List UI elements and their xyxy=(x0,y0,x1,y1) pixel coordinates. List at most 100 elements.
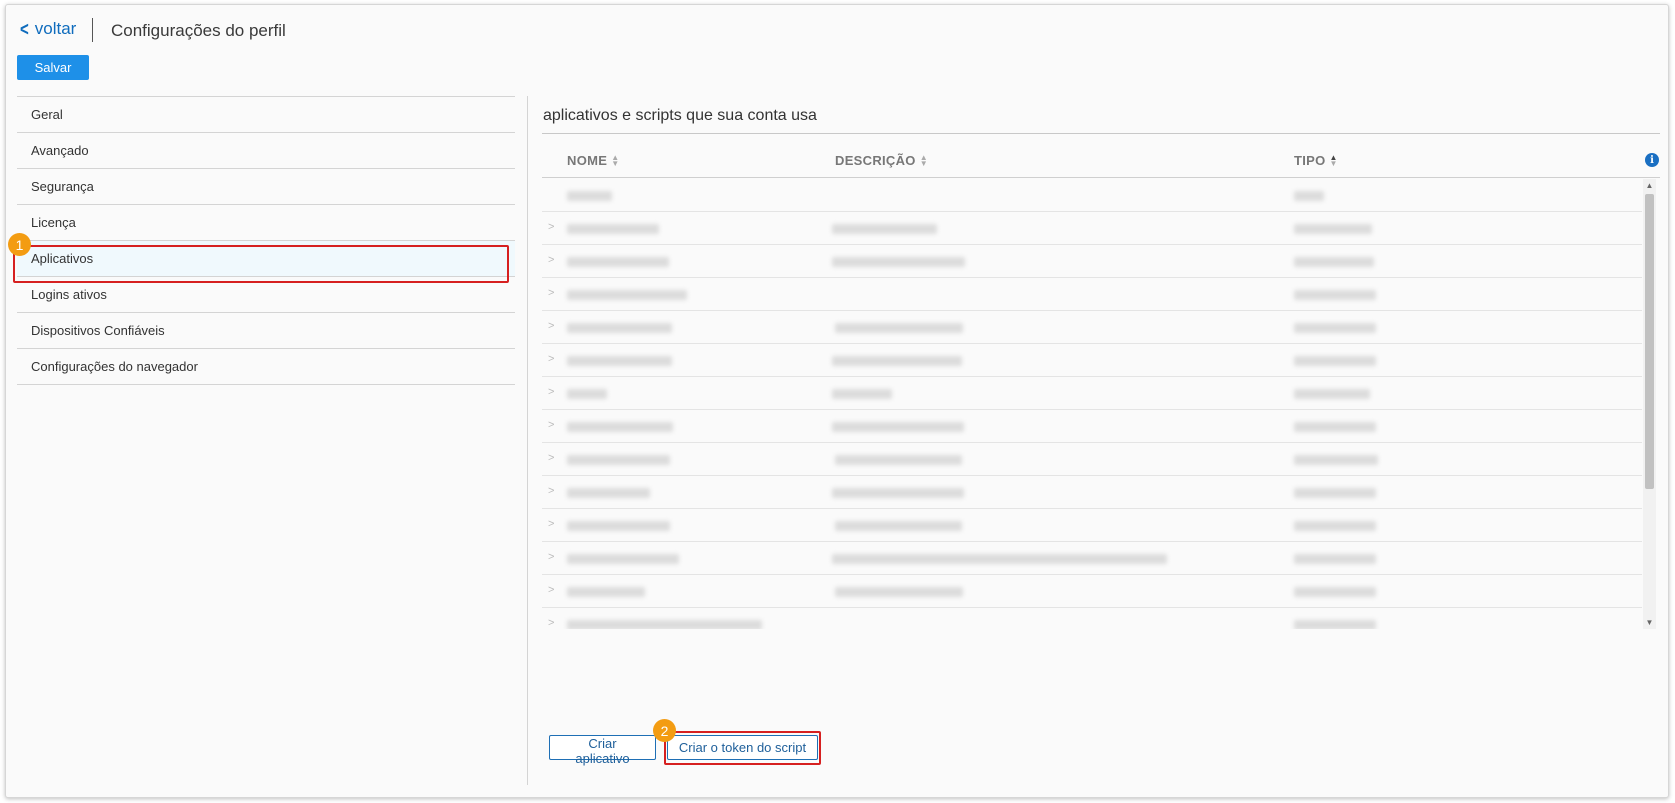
table-row[interactable]: > xyxy=(542,443,1642,476)
redacted-type xyxy=(1294,620,1376,629)
sidebar-item-avancado[interactable]: Avançado xyxy=(17,133,515,169)
chevron-right-icon[interactable]: > xyxy=(548,320,554,332)
create-app-button[interactable]: Criar aplicativo xyxy=(549,735,656,766)
callout-badge-2: 2 xyxy=(653,719,676,742)
highlight-box-create-token xyxy=(664,731,821,765)
table-row[interactable]: > xyxy=(542,542,1642,575)
table-row[interactable]: > xyxy=(542,278,1642,311)
save-button[interactable]: Salvar xyxy=(17,55,89,80)
column-type-label: TIPO xyxy=(1294,153,1326,168)
redacted-name xyxy=(567,323,672,333)
redacted-name xyxy=(567,224,659,234)
redacted-type xyxy=(1294,455,1378,465)
chevron-right-icon[interactable]: > xyxy=(548,419,554,431)
sidebar-item-dispositivos-confiaveis[interactable]: Dispositivos Confiáveis xyxy=(17,313,515,349)
redacted-name xyxy=(567,191,612,201)
column-header-descricao[interactable]: DESCRIÇÃO ▲ ▼ xyxy=(835,153,928,168)
chevron-right-icon[interactable]: > xyxy=(548,254,554,266)
settings-window: < voltar Configurações do perfil Salvar … xyxy=(5,4,1669,798)
chevron-right-icon[interactable]: > xyxy=(548,386,554,398)
redacted-name xyxy=(567,488,650,498)
redacted-name xyxy=(567,389,607,399)
table-row[interactable] xyxy=(542,179,1642,212)
redacted-name xyxy=(567,620,762,629)
header-separator xyxy=(92,18,93,42)
redacted-description xyxy=(832,389,892,399)
table-row[interactable]: > xyxy=(542,575,1642,608)
redacted-description xyxy=(835,521,962,531)
table-header: NOME ▲ ▼ DESCRIÇÃO ▲ ▼ TIPO ▲ ▼ i xyxy=(542,145,1660,178)
table-row[interactable]: > xyxy=(542,410,1642,443)
table-row[interactable]: > xyxy=(542,311,1642,344)
column-name-label: NOME xyxy=(567,153,608,168)
table-row[interactable]: > xyxy=(542,212,1642,245)
sidebar-item-configuracoes-navegador[interactable]: Configurações do navegador xyxy=(17,349,515,385)
section-title: aplicativos e scripts que sua conta usa xyxy=(543,107,817,124)
chevron-right-icon[interactable]: > xyxy=(548,584,554,596)
table-row[interactable]: > xyxy=(542,608,1642,629)
chevron-right-icon[interactable]: > xyxy=(548,287,554,299)
redacted-description xyxy=(832,488,964,498)
chevron-right-icon[interactable]: > xyxy=(548,485,554,497)
page-title: Configurações do perfil xyxy=(111,21,286,40)
redacted-description xyxy=(832,257,965,267)
column-description-label: DESCRIÇÃO xyxy=(835,153,916,168)
scroll-up-arrow-icon[interactable]: ▲ xyxy=(1643,179,1656,192)
settings-sidebar: Geral Avançado Segurança Licença Aplicat… xyxy=(17,96,515,385)
back-link[interactable]: < voltar xyxy=(20,17,77,41)
redacted-type xyxy=(1294,257,1374,267)
table-row[interactable]: > xyxy=(542,377,1642,410)
redacted-type xyxy=(1294,554,1376,564)
redacted-name xyxy=(567,455,670,465)
chevron-left-icon: < xyxy=(20,17,29,41)
redacted-type xyxy=(1294,224,1372,234)
highlight-box-aplicativos xyxy=(13,245,509,283)
chevron-right-icon[interactable]: > xyxy=(548,518,554,530)
chevron-right-icon[interactable]: > xyxy=(548,353,554,365)
redacted-description xyxy=(835,587,963,597)
redacted-type xyxy=(1294,521,1376,531)
column-header-nome[interactable]: NOME ▲ ▼ xyxy=(567,153,619,168)
scroll-thumb[interactable] xyxy=(1645,194,1654,489)
chevron-right-icon[interactable]: > xyxy=(548,551,554,563)
chevron-right-icon[interactable]: > xyxy=(548,221,554,233)
redacted-name xyxy=(567,290,687,300)
sidebar-item-licenca[interactable]: Licença xyxy=(17,205,515,241)
vertical-divider xyxy=(527,96,528,785)
redacted-description xyxy=(832,356,962,366)
redacted-description xyxy=(832,224,937,234)
column-header-tipo[interactable]: TIPO ▲ ▼ xyxy=(1294,153,1338,168)
redacted-name xyxy=(567,587,645,597)
redacted-type xyxy=(1294,488,1376,498)
redacted-name xyxy=(567,257,669,267)
redacted-description xyxy=(832,422,964,432)
redacted-name xyxy=(567,554,679,564)
redacted-type xyxy=(1294,356,1376,366)
back-label: voltar xyxy=(34,19,77,38)
sidebar-item-seguranca[interactable]: Segurança xyxy=(17,169,515,205)
table-scrollbar[interactable]: ▲ ▼ xyxy=(1643,179,1656,629)
table-row[interactable]: > xyxy=(542,509,1642,542)
redacted-description xyxy=(835,455,962,465)
redacted-name xyxy=(567,422,673,432)
apps-table-body: > > > > > > > > > > > > > xyxy=(542,179,1642,629)
sort-icon: ▲ ▼ xyxy=(919,152,928,168)
redacted-type xyxy=(1294,587,1376,597)
sidebar-item-geral[interactable]: Geral xyxy=(17,97,515,133)
redacted-type xyxy=(1294,389,1370,399)
redacted-name xyxy=(567,356,672,366)
callout-badge-1: 1 xyxy=(8,233,31,256)
sort-icon: ▲ ▼ xyxy=(611,152,620,168)
redacted-type xyxy=(1294,290,1376,300)
chevron-right-icon[interactable]: > xyxy=(548,452,554,464)
redacted-description xyxy=(832,554,1167,564)
sort-asc-icon: ▲ ▼ xyxy=(1329,152,1338,168)
chevron-right-icon[interactable]: > xyxy=(548,617,554,629)
scroll-down-arrow-icon[interactable]: ▼ xyxy=(1643,616,1656,629)
table-row[interactable]: > xyxy=(542,476,1642,509)
section-rule xyxy=(542,133,1660,134)
redacted-type xyxy=(1294,191,1324,201)
table-row[interactable]: > xyxy=(542,245,1642,278)
table-row[interactable]: > xyxy=(542,344,1642,377)
info-icon[interactable]: i xyxy=(1645,153,1659,167)
